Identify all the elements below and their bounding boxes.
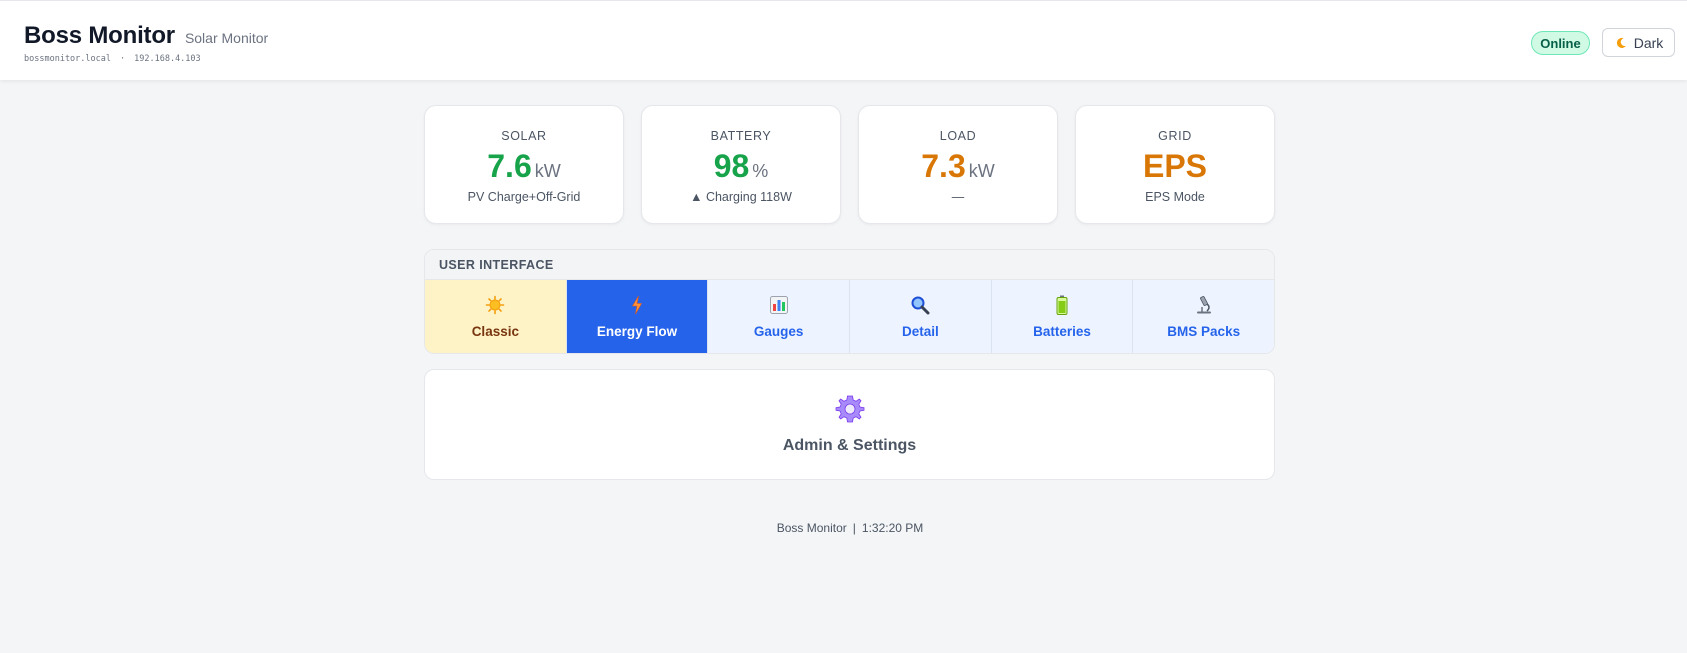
battery-card: BATTERY 98 % ▲ Charging 118W: [641, 105, 841, 224]
grid-value: EPS: [1142, 148, 1208, 184]
tab-bms-packs-label: BMS Packs: [1167, 324, 1241, 339]
sun-icon: [485, 295, 505, 315]
solar-value: 7.6: [487, 148, 532, 184]
app-header: Boss Monitor Solar Monitor bossmonitor.l…: [0, 0, 1687, 80]
user-interface-title: USER INTERFACE: [425, 250, 1274, 280]
tab-gauges-label: Gauges: [753, 324, 804, 339]
tab-detail-label: Detail: [901, 324, 939, 339]
theme-toggle-button[interactable]: Dark: [1602, 28, 1675, 57]
microscope-icon: [1194, 295, 1214, 315]
admin-settings-label: Admin & Settings: [782, 437, 917, 454]
battery-unit: %: [752, 161, 769, 181]
host-separator: ·: [120, 54, 126, 64]
grid-label: GRID: [1158, 129, 1192, 143]
solar-card: SOLAR 7.6 kW PV Charge+Off-Grid: [424, 105, 624, 224]
load-card: LOAD 7.3 kW —: [858, 105, 1058, 224]
tab-detail[interactable]: Detail: [850, 280, 992, 353]
lightning-icon: [630, 295, 644, 315]
tab-energy-flow-label: Energy Flow: [596, 324, 678, 339]
moon-icon: [1614, 36, 1628, 50]
load-value: 7.3: [921, 148, 966, 184]
solar-label: SOLAR: [501, 129, 547, 143]
battery-label: BATTERY: [710, 129, 772, 143]
status-badge: Online: [1531, 31, 1590, 55]
tab-batteries[interactable]: Batteries: [991, 280, 1134, 353]
bar-chart-icon: [769, 295, 789, 315]
view-tabs: Classic Energy Flow Gauges Detail Batter…: [425, 280, 1274, 353]
tab-classic[interactable]: Classic: [425, 280, 567, 353]
load-unit: kW: [968, 161, 995, 181]
app-title: Boss Monitor: [24, 22, 175, 49]
tab-energy-flow[interactable]: Energy Flow: [566, 280, 709, 353]
footer-separator: |: [852, 521, 856, 535]
load-status: —: [951, 190, 965, 204]
footer-app-name: Boss Monitor: [776, 521, 847, 535]
solar-unit: kW: [534, 161, 561, 181]
grid-card: GRID EPS EPS Mode: [1075, 105, 1275, 224]
battery-icon: [1056, 295, 1068, 315]
footer: Boss Monitor | 1:32:20 PM: [0, 521, 1687, 535]
load-label: LOAD: [939, 129, 977, 143]
admin-settings-card[interactable]: Admin & Settings: [424, 369, 1275, 480]
tab-classic-label: Classic: [471, 324, 519, 339]
grid-status: EPS Mode: [1145, 190, 1205, 204]
battery-value: 98: [713, 148, 750, 184]
gear-icon: [835, 394, 865, 429]
brand: Boss Monitor Solar Monitor: [24, 22, 268, 50]
hostname: bossmonitor.local: [24, 54, 111, 64]
tab-bms-packs[interactable]: BMS Packs: [1133, 280, 1274, 353]
tab-gauges[interactable]: Gauges: [708, 280, 851, 353]
tab-batteries-label: Batteries: [1033, 324, 1091, 339]
magnifier-icon: [910, 295, 930, 315]
solar-status: PV Charge+Off-Grid: [467, 190, 581, 204]
app-subtitle: Solar Monitor: [184, 30, 269, 46]
ip-address: 192.168.4.103: [134, 54, 201, 64]
host-info: bossmonitor.local · 192.168.4.103: [24, 54, 201, 64]
battery-status: ▲ Charging 118W: [690, 190, 792, 204]
footer-time: 1:32:20 PM: [861, 521, 924, 535]
user-interface-panel: USER INTERFACE Classic Energy Flow Gauge…: [424, 249, 1275, 354]
theme-toggle-label: Dark: [1633, 34, 1664, 51]
